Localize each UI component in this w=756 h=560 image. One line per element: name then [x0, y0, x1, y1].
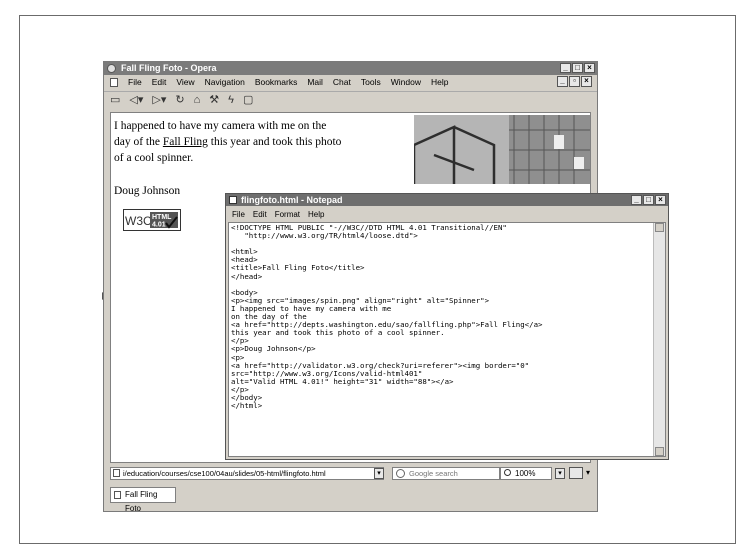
menu-file[interactable]: File	[128, 76, 142, 89]
doc-restore-button[interactable]: ▫	[569, 76, 580, 87]
spinner-photo	[414, 115, 590, 184]
document-icon	[110, 78, 118, 87]
zoom-dropdown-button[interactable]: ▾	[555, 468, 565, 479]
open-icon[interactable]: ▭	[110, 93, 120, 107]
address-bar[interactable]: i/education/courses/cse100/04au/slides/0…	[110, 467, 384, 480]
back-icon[interactable]: ◁▾	[129, 93, 143, 107]
notepad-window-title: flingfoto.html - Notepad	[241, 195, 343, 205]
notepad-maximize-button[interactable]: □	[643, 195, 654, 205]
intro-paragraph: I happened to have my camera with me on …	[114, 118, 344, 166]
bookmark-icon[interactable]: ▢	[243, 93, 253, 107]
menu-view[interactable]: View	[176, 76, 194, 89]
menu-window[interactable]: Window	[391, 76, 421, 89]
menu-tools[interactable]: Tools	[361, 76, 381, 89]
menu-edit[interactable]: Edit	[152, 76, 167, 89]
panel-toggle-icon[interactable]	[569, 467, 583, 479]
w3c-valid-html-badge[interactable]: W3C HTML 4.01	[123, 209, 181, 231]
html-source-code: <!DOCTYPE HTML PUBLIC "-//W3C//DTD HTML …	[231, 223, 543, 411]
notepad-vertical-scrollbar[interactable]	[653, 223, 665, 456]
scroll-up-arrow[interactable]	[655, 223, 664, 232]
notepad-window-controls: _ □ ×	[631, 195, 666, 205]
document-window-controls: _ ▫ ×	[557, 76, 592, 87]
w3c-badge-w3c: W3C	[125, 214, 152, 228]
zoom-value: 100%	[515, 469, 536, 478]
page-icon	[113, 469, 120, 477]
opera-window-title: Fall Fling Foto - Opera	[121, 63, 217, 73]
scroll-down-arrow[interactable]	[655, 447, 664, 456]
menu-help[interactable]: Help	[431, 76, 448, 89]
menu-bookmarks[interactable]: Bookmarks	[255, 76, 298, 89]
opera-menu-bar: File Edit View Navigation Bookmarks Mail…	[104, 76, 597, 89]
wand-icon[interactable]: ⚒	[209, 93, 219, 107]
notepad-text-area[interactable]: <!DOCTYPE HTML PUBLIC "-//W3C//DTD HTML …	[228, 222, 666, 457]
panel-dropdown-icon[interactable]: ▾	[586, 467, 590, 479]
notepad-icon	[229, 196, 237, 204]
fall-fling-link[interactable]: Fall Fling	[163, 136, 208, 148]
notepad-menu-format[interactable]: Format	[275, 209, 300, 221]
w3c-badge-html: HTML	[152, 214, 172, 221]
menu-chat[interactable]: Chat	[333, 76, 351, 89]
doc-minimize-button[interactable]: _	[557, 76, 568, 87]
author-name: Doug Johnson	[114, 185, 181, 197]
close-button[interactable]: ×	[584, 63, 595, 73]
notepad-minimize-button[interactable]: _	[631, 195, 642, 205]
opera-title-bar: Fall Fling Foto - Opera _ □ ×	[104, 62, 597, 75]
notepad-menu-file[interactable]: File	[232, 209, 245, 221]
notepad-menu-help[interactable]: Help	[308, 209, 324, 221]
notepad-title-bar: flingfoto.html - Notepad _ □ ×	[226, 194, 668, 206]
tools-icon[interactable]: ϟ	[228, 93, 234, 107]
magnifier-icon	[504, 469, 511, 476]
forward-icon[interactable]: ▷▾	[152, 93, 166, 107]
notepad-close-button[interactable]: ×	[655, 195, 666, 205]
opera-logo-icon	[107, 64, 116, 73]
maximize-button[interactable]: □	[572, 63, 583, 73]
tab-page-icon	[114, 491, 121, 499]
search-field[interactable]: Google search	[392, 467, 500, 480]
menu-navigation[interactable]: Navigation	[205, 76, 245, 89]
notepad-menu-bar: File Edit Format Help	[232, 209, 324, 221]
tab-label: Fall Fling Foto	[125, 490, 158, 513]
google-icon	[396, 469, 405, 478]
home-icon[interactable]: ⌂	[194, 93, 201, 107]
address-dropdown-button[interactable]: ▾	[374, 468, 384, 479]
zoom-field[interactable]: 100%	[500, 467, 552, 480]
tab-fall-fling-foto[interactable]: Fall Fling Foto	[110, 487, 176, 513]
opera-toolbar: ▭ ◁▾ ▷▾ ↻ ⌂ ⚒ ϟ ▢	[104, 91, 597, 108]
reload-icon[interactable]: ↻	[175, 93, 184, 107]
address-url: i/education/courses/cse100/04au/slides/0…	[123, 469, 326, 478]
notepad-menu-edit[interactable]: Edit	[253, 209, 267, 221]
opera-window-controls: _ □ ×	[560, 63, 595, 73]
doc-close-button[interactable]: ×	[581, 76, 592, 87]
minimize-button[interactable]: _	[560, 63, 571, 73]
search-placeholder: Google search	[409, 469, 458, 478]
notepad-window: flingfoto.html - Notepad _ □ × File Edit…	[225, 193, 669, 460]
menu-mail[interactable]: Mail	[307, 76, 323, 89]
w3c-badge-version: 4.01	[152, 222, 166, 229]
